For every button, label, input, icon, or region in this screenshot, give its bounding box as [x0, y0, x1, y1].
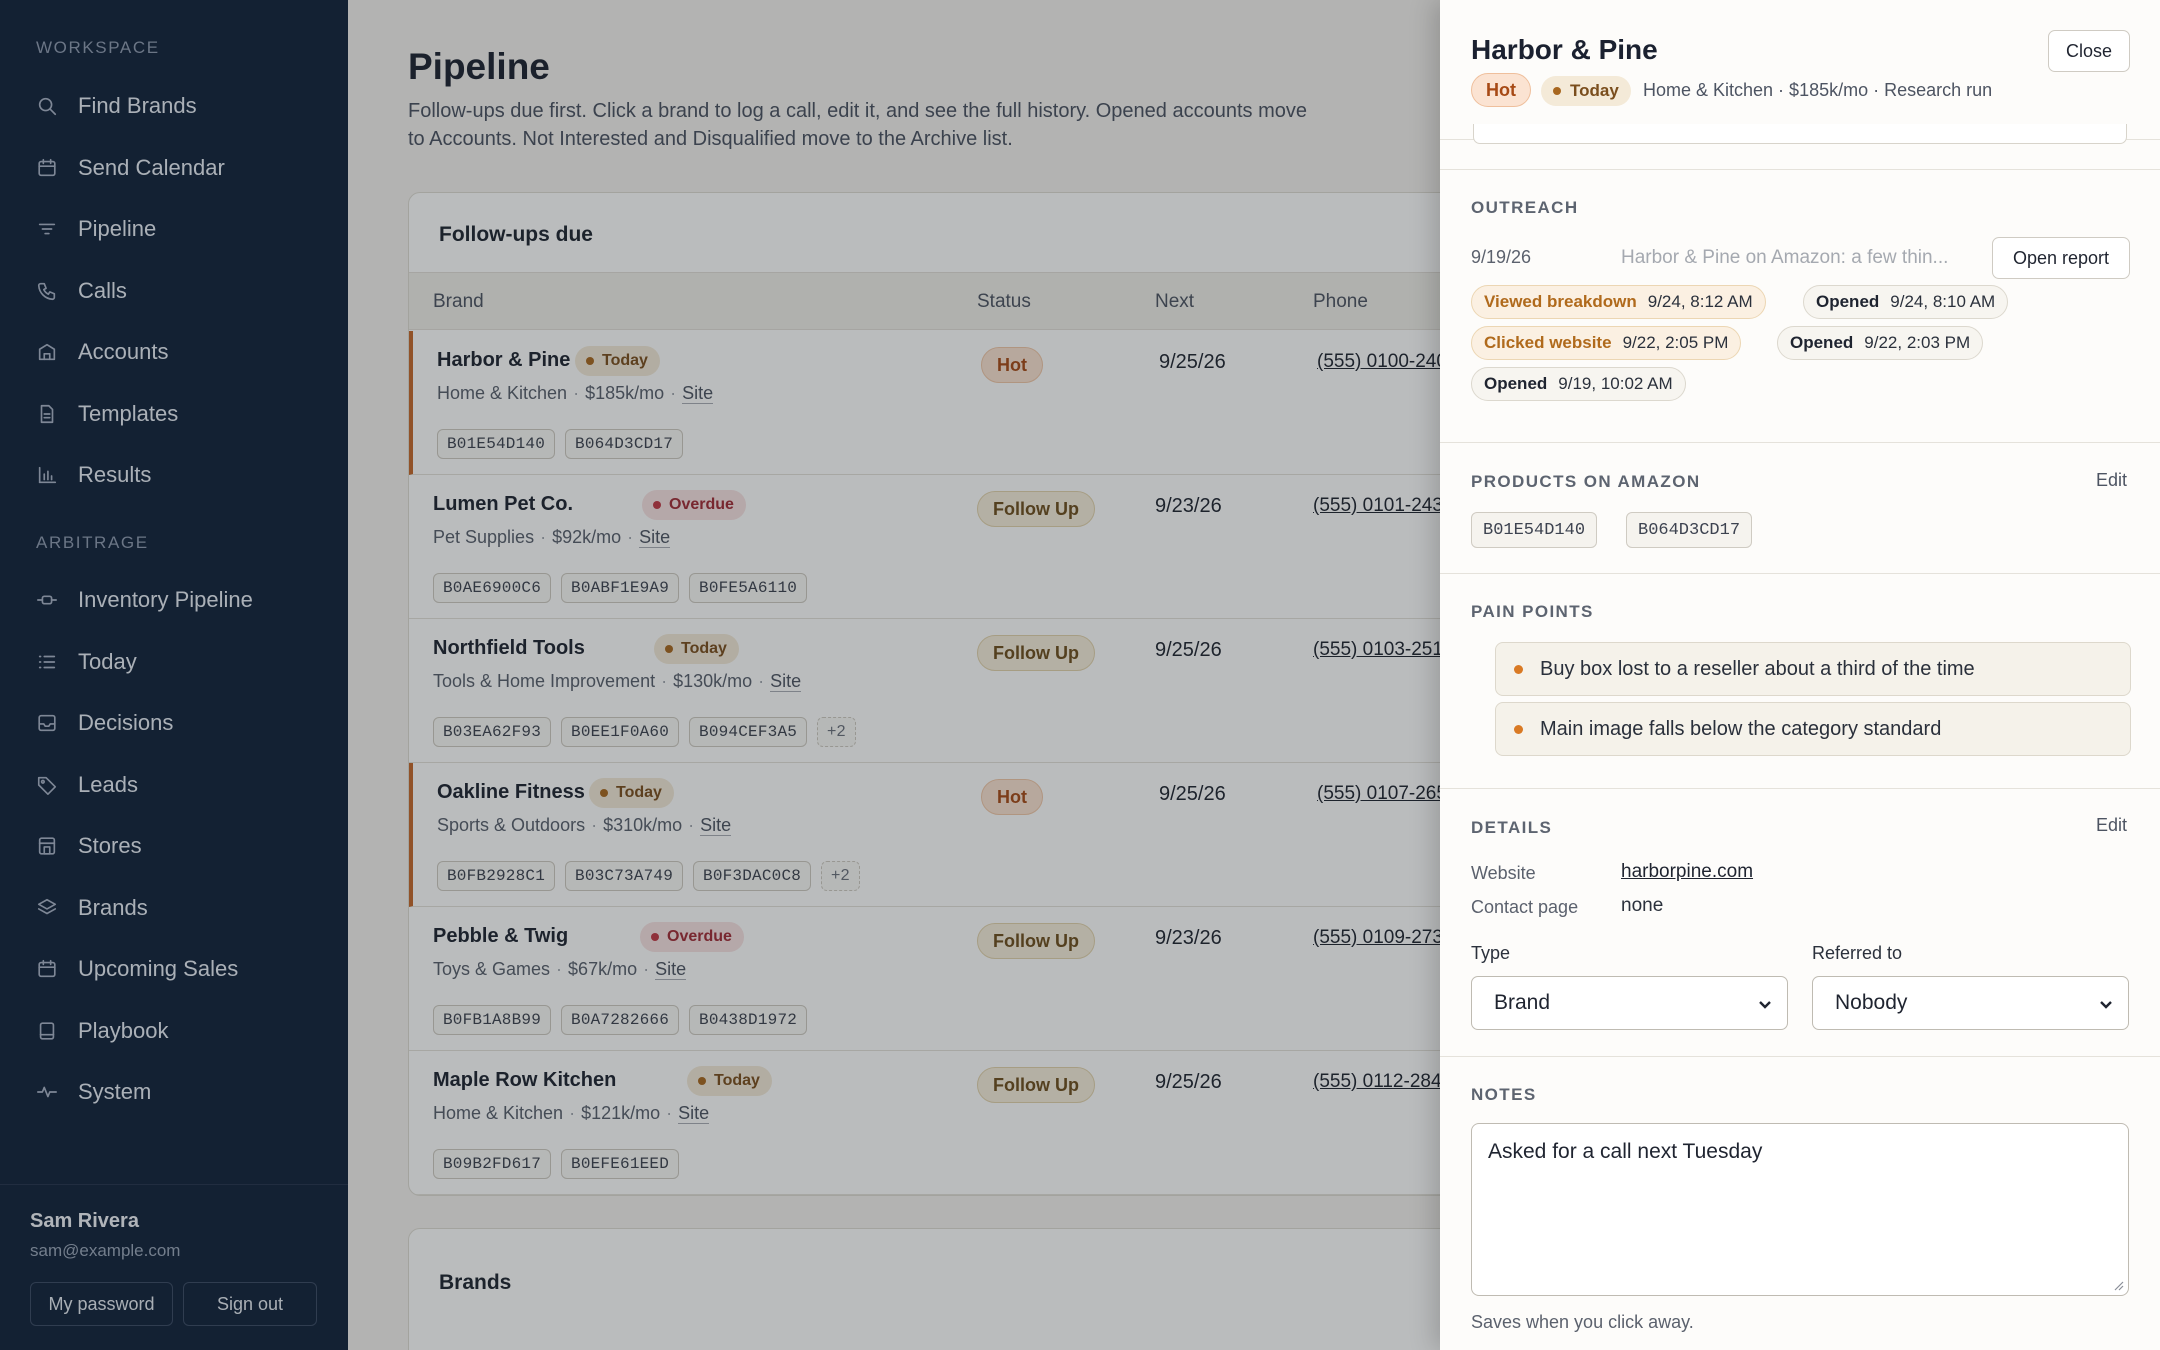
event-time: 9/22, 2:05 PM	[1622, 333, 1729, 352]
event-chip: Opened 9/24, 8:10 AM	[1803, 285, 2009, 319]
product-chip: B01E54D140	[1471, 512, 1598, 548]
outreach-label: OUTREACH	[1471, 198, 1579, 217]
event-label: Opened	[1484, 374, 1548, 393]
type-label: Type	[1471, 943, 1511, 963]
pain-point-item: Buy box lost to a reseller about a third…	[1495, 642, 2131, 696]
event-chip: Opened 9/19, 10:02 AM	[1471, 367, 1686, 401]
type-select[interactable]: Brand	[1471, 976, 1788, 1030]
notes-label: NOTES	[1471, 1085, 1537, 1104]
event-time: 9/19, 10:02 AM	[1558, 374, 1673, 393]
chevron-down-icon	[2100, 1001, 2112, 1009]
event-time: 9/24, 8:12 AM	[1647, 292, 1753, 311]
referred-to-label: Referred to	[1812, 943, 1903, 963]
close-button[interactable]: Close	[2048, 30, 2130, 72]
website-link[interactable]: harborpine.com	[1621, 861, 1753, 883]
pain-point-text: Buy box lost to a reseller about a third…	[1540, 657, 1975, 680]
event-chip: Clicked website 9/22, 2:05 PM	[1471, 326, 1742, 360]
contact-page-value: none	[1621, 895, 1664, 916]
referred-to-select-value: Nobody	[1835, 991, 1908, 1014]
website-label: Website	[1471, 863, 1536, 883]
scrolled-field	[1473, 124, 2127, 144]
event-chip: Viewed breakdown 9/24, 8:12 AM	[1471, 285, 1766, 319]
pain-point-item: Main image falls below the category stan…	[1495, 702, 2131, 756]
hot-status-badge: Hot	[1471, 73, 1531, 107]
section-divider	[1440, 573, 2160, 574]
modal-overlay[interactable]	[0, 0, 1440, 1350]
section-divider	[1440, 442, 2160, 443]
products-label: PRODUCTS ON AMAZON	[1471, 472, 1701, 491]
section-divider	[1440, 169, 2160, 170]
event-label: Opened	[1790, 333, 1854, 352]
product-chip: B064D3CD17	[1626, 512, 1753, 548]
due-badge-label: Today	[1570, 81, 1619, 100]
event-chip: Opened 9/22, 2:03 PM	[1777, 326, 1984, 360]
due-badge: Today	[1541, 76, 1631, 106]
open-report-button[interactable]: Open report	[1992, 237, 2130, 279]
drawer-title: Harbor & Pine	[1471, 34, 1658, 65]
brand-detail-drawer: Harbor & Pine Close Hot Today Home & Kit…	[1440, 0, 2160, 1350]
drawer-meta: Home & Kitchen · $185k/mo · Research run	[1643, 80, 1993, 100]
bullet-dot	[1514, 724, 1523, 734]
type-select-value: Brand	[1494, 991, 1551, 1014]
notes-textarea[interactable]: Asked for a call next Tuesday	[1471, 1123, 2129, 1296]
pain-point-text: Main image falls below the category stan…	[1540, 717, 1942, 740]
section-divider	[1440, 788, 2160, 789]
details-label: DETAILS	[1471, 818, 1553, 837]
event-time: 9/22, 2:03 PM	[1864, 333, 1971, 352]
products-edit-link[interactable]: Edit	[2096, 470, 2127, 491]
event-label: Clicked website	[1484, 333, 1612, 352]
event-label: Viewed breakdown	[1484, 292, 1637, 311]
contact-page-label: Contact page	[1471, 897, 1579, 917]
event-label: Opened	[1816, 292, 1880, 311]
outreach-date: 9/19/26	[1471, 247, 1532, 267]
notes-save-hint: Saves when you click away.	[1471, 1312, 1694, 1332]
details-edit-link[interactable]: Edit	[2096, 815, 2127, 836]
resize-handle-icon[interactable]	[2112, 1279, 2124, 1291]
outreach-subject[interactable]: Harbor & Pine on Amazon: a few thin...	[1621, 247, 1948, 269]
due-dot	[1553, 87, 1561, 95]
event-time: 9/24, 8:10 AM	[1890, 292, 1996, 311]
referred-to-select[interactable]: Nobody	[1812, 976, 2129, 1030]
notes-text: Asked for a call next Tuesday	[1488, 1140, 1763, 1163]
bullet-dot	[1514, 664, 1523, 674]
section-divider	[1440, 1056, 2160, 1057]
pain-points-label: PAIN POINTS	[1471, 602, 1594, 621]
chevron-down-icon	[1759, 1001, 1771, 1009]
